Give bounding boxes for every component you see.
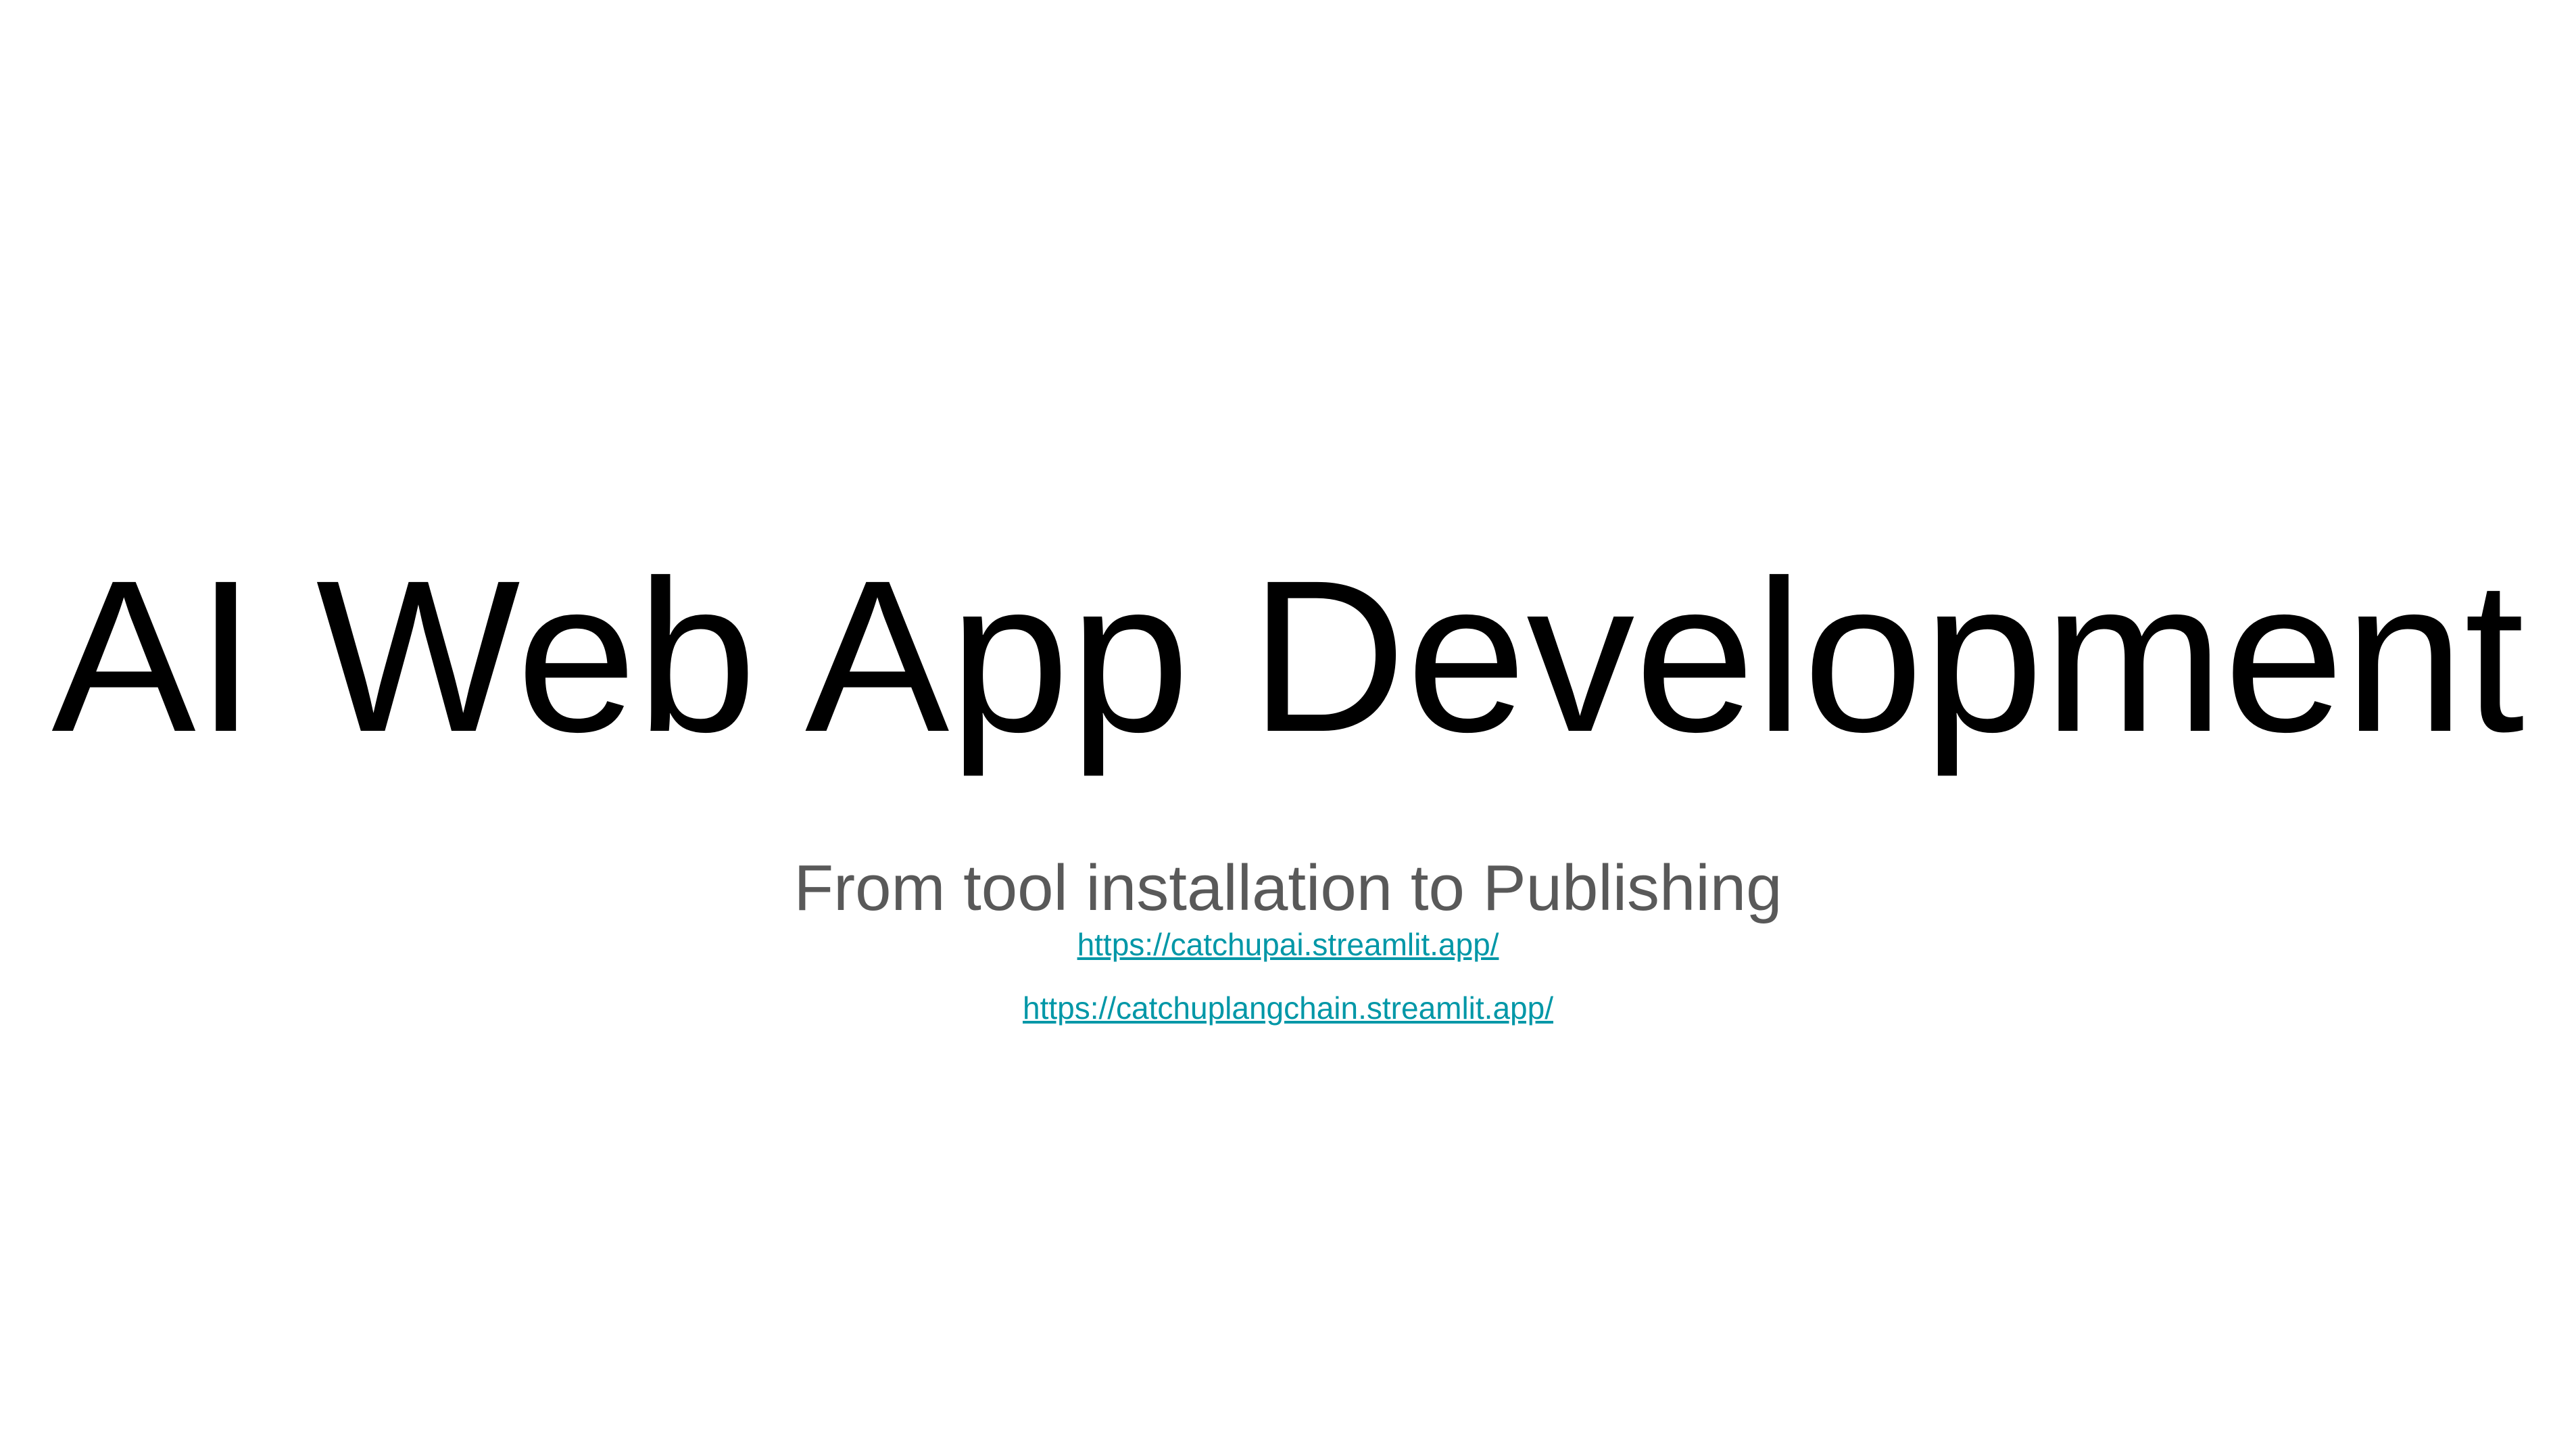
slide-canvas: AI Web App Development From tool install… [0,0,2576,1440]
catchupai-link[interactable]: https://catchupai.streamlit.app/ [0,929,2576,960]
slide-subtitle: From tool installation to Publishing [794,852,1782,924]
slide-title: AI Web App Development [51,535,2525,777]
catchuplangchain-link[interactable]: https://catchuplangchain.streamlit.app/ [0,992,2576,1024]
